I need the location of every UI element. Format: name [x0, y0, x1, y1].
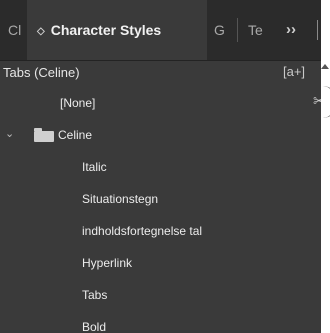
style-label: Bold: [82, 320, 107, 333]
list-item-style[interactable]: Tabs: [0, 279, 321, 311]
new-style-icon[interactable]: [a+]: [283, 64, 305, 79]
list-item-style[interactable]: Italic: [0, 151, 321, 183]
scroll-up-arrow-icon[interactable]: [321, 64, 329, 69]
style-label: Tabs: [82, 288, 108, 302]
character-styles-panel: Cl ◇ Character Styles G Te ›› Tabs (Celin…: [0, 0, 321, 333]
tab-cl[interactable]: Cl: [8, 0, 26, 60]
style-group-header: Tabs (Celine) [a+]: [0, 60, 321, 88]
tab-cl-label: Cl: [8, 22, 22, 38]
style-label: Italic: [82, 160, 107, 174]
style-label: Hyperlink: [82, 256, 133, 270]
overflow-chevrons-icon: ››: [286, 21, 296, 38]
tab-g-label: G: [214, 22, 225, 38]
group-name: Celine: [58, 128, 93, 142]
panel-menu-icon[interactable]: [317, 20, 318, 40]
updown-icon: ◇: [37, 26, 45, 37]
scissors-icon: ✂: [313, 93, 321, 110]
tab-te[interactable]: Te: [248, 0, 268, 60]
list-item-none[interactable]: [None] ✂: [0, 87, 321, 119]
chevron-down-icon[interactable]: ⌄: [5, 127, 14, 140]
none-label: [None]: [60, 96, 96, 110]
tab-te-label: Te: [248, 22, 263, 38]
style-label: indholdsfortegnelse tal: [82, 224, 203, 238]
style-group-celine[interactable]: ⌄ Celine: [0, 119, 321, 151]
panel-edge-bracket: [321, 86, 330, 118]
style-label: Situationstegn: [82, 192, 159, 206]
tab-g[interactable]: G: [214, 0, 230, 60]
tab-separator: [237, 18, 238, 42]
list-item-style[interactable]: Bold: [0, 311, 321, 333]
folder-icon: [34, 128, 54, 142]
current-style-title: Tabs (Celine): [3, 65, 80, 80]
panel-edge: [321, 0, 330, 333]
tab-overflow-button[interactable]: ››: [274, 0, 308, 60]
list-item-style[interactable]: Hyperlink: [0, 247, 321, 279]
list-item-style[interactable]: indholdsfortegnelse tal: [0, 215, 321, 247]
list-item-style[interactable]: Situationstegn: [0, 183, 321, 215]
tab-character-styles-label: Character Styles: [50, 22, 162, 38]
tab-character-styles[interactable]: ◇ Character Styles: [27, 0, 207, 60]
panel-tab-bar: Cl ◇ Character Styles G Te ››: [0, 0, 321, 61]
